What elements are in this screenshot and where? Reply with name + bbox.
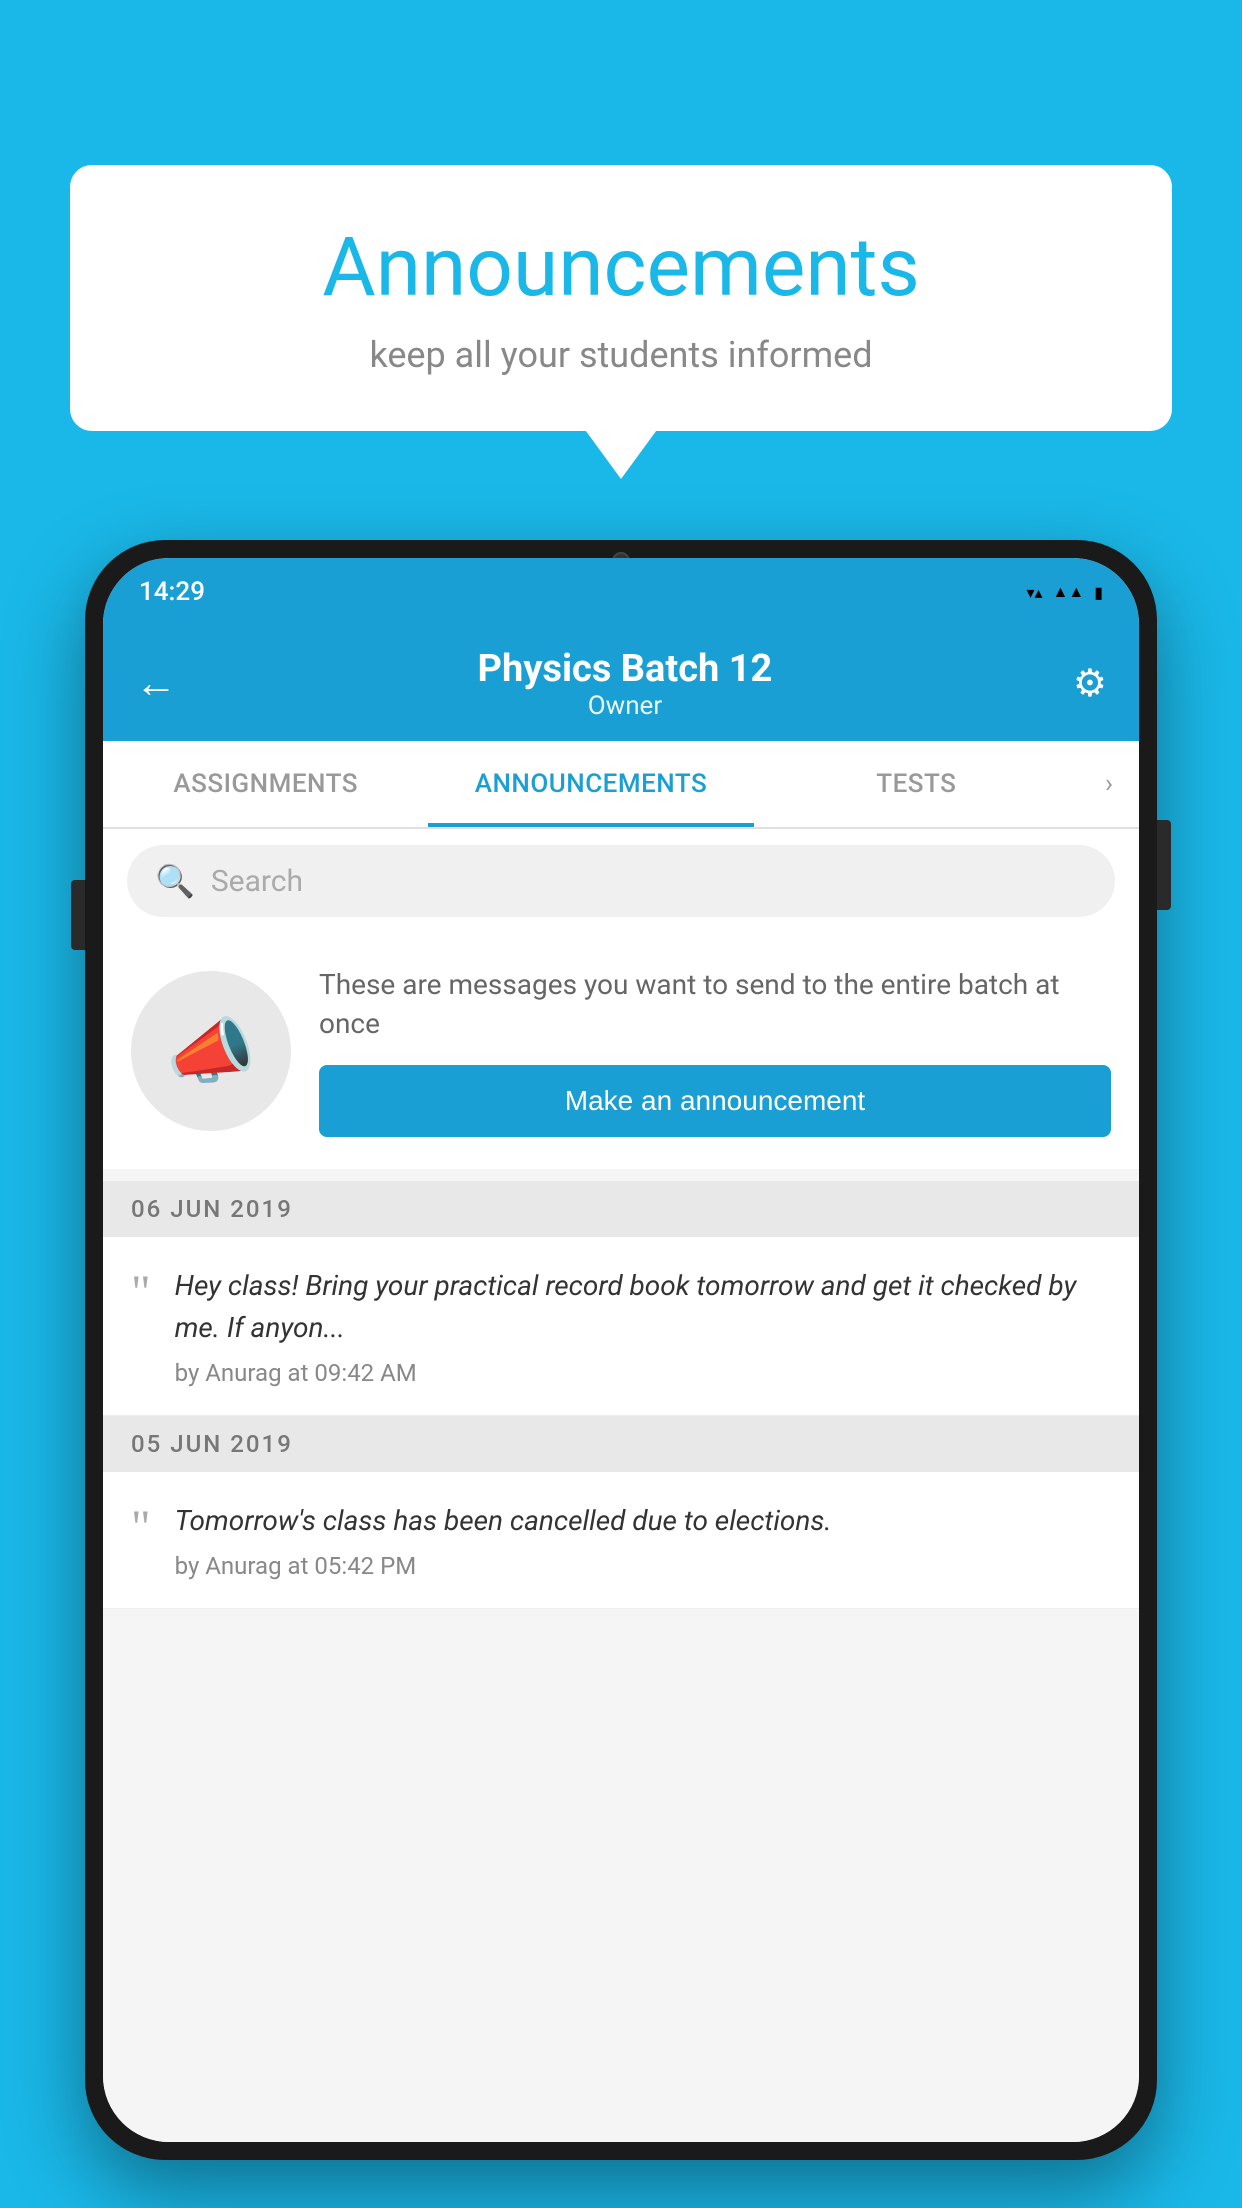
promo-icon-circle: 📣	[131, 971, 291, 1131]
announcement-item-2[interactable]: " Tomorrow's class has been cancelled du…	[103, 1472, 1139, 1609]
speech-bubble: Announcements keep all your students inf…	[70, 165, 1172, 431]
search-placeholder: Search	[211, 864, 303, 899]
status-bar: 14:29 ▾▴ ▲▲ ▮	[103, 558, 1139, 626]
phone-outer: 14:29 ▾▴ ▲▲ ▮ ← Physics Batch 12 Owner ⚙	[85, 540, 1157, 2160]
make-announcement-button[interactable]: Make an announcement	[319, 1065, 1111, 1137]
tabs-bar: ASSIGNMENTS ANNOUNCEMENTS TESTS ›	[103, 741, 1139, 829]
search-container: 🔍 Search	[103, 829, 1139, 933]
megaphone-icon: 📣	[166, 1009, 256, 1094]
speech-bubble-title: Announcements	[130, 220, 1112, 316]
content-area: 🔍 Search 📣 These are messages you want t…	[103, 829, 1139, 2142]
status-time: 14:29	[139, 577, 205, 607]
phone-inner: 14:29 ▾▴ ▲▲ ▮ ← Physics Batch 12 Owner ⚙	[103, 558, 1139, 2142]
search-icon: 🔍	[155, 862, 195, 900]
tab-announcements[interactable]: ANNOUNCEMENTS	[428, 741, 753, 827]
announcement-meta-2: by Anurag at 05:42 PM	[175, 1552, 1111, 1580]
wifi-icon: ▾▴	[1026, 583, 1042, 602]
promo-text-area: These are messages you want to send to t…	[319, 965, 1111, 1137]
battery-icon: ▮	[1094, 583, 1103, 602]
gear-icon[interactable]: ⚙	[1073, 661, 1107, 706]
promo-description: These are messages you want to send to t…	[319, 965, 1111, 1043]
status-icons: ▾▴ ▲▲ ▮	[1026, 582, 1103, 602]
announcement-text-1: Hey class! Bring your practical record b…	[175, 1265, 1111, 1349]
phone-mockup: 14:29 ▾▴ ▲▲ ▮ ← Physics Batch 12 Owner ⚙	[85, 540, 1157, 2208]
header-title-group: Physics Batch 12 Owner	[177, 647, 1073, 721]
search-box[interactable]: 🔍 Search	[127, 845, 1115, 917]
tab-assignments[interactable]: ASSIGNMENTS	[103, 741, 428, 827]
header-title: Physics Batch 12	[177, 647, 1073, 691]
phone-screen-content: ← Physics Batch 12 Owner ⚙ ASSIGNMENTS A…	[103, 626, 1139, 2142]
announcement-item-1[interactable]: " Hey class! Bring your practical record…	[103, 1237, 1139, 1416]
announcement-content-2: Tomorrow's class has been cancelled due …	[175, 1500, 1111, 1580]
date-divider-1: 06 JUN 2019	[103, 1181, 1139, 1237]
header-subtitle: Owner	[177, 691, 1073, 721]
app-header: ← Physics Batch 12 Owner ⚙	[103, 626, 1139, 741]
date-divider-2: 05 JUN 2019	[103, 1416, 1139, 1472]
announcement-meta-1: by Anurag at 09:42 AM	[175, 1359, 1111, 1387]
back-button[interactable]: ←	[135, 659, 177, 708]
announcement-text-2: Tomorrow's class has been cancelled due …	[175, 1500, 1111, 1542]
tab-tests[interactable]: TESTS	[754, 741, 1079, 827]
signal-icon: ▲▲	[1053, 582, 1085, 602]
announcement-content-1: Hey class! Bring your practical record b…	[175, 1265, 1111, 1387]
tab-more[interactable]: ›	[1079, 741, 1139, 827]
quote-icon-2: "	[131, 1504, 151, 1552]
promo-card: 📣 These are messages you want to send to…	[103, 933, 1139, 1169]
speech-bubble-subtitle: keep all your students informed	[130, 334, 1112, 376]
speech-bubble-container: Announcements keep all your students inf…	[70, 165, 1172, 431]
quote-icon-1: "	[131, 1269, 151, 1317]
